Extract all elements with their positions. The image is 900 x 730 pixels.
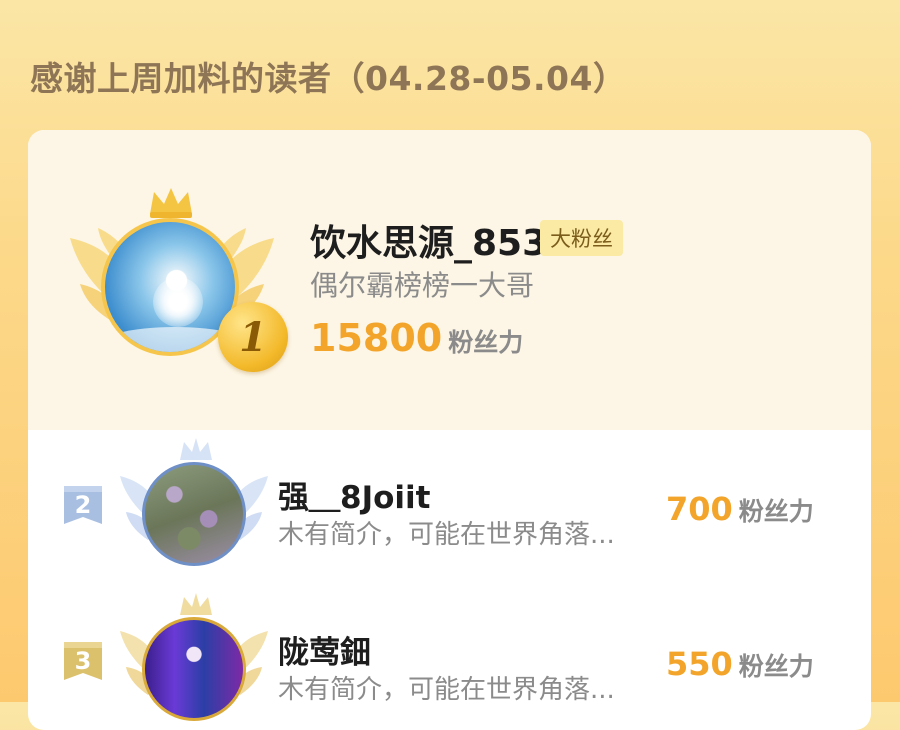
page-title: 感谢上周加料的读者（04.28-05.04）	[30, 59, 627, 98]
avatar-frame[interactable]	[118, 591, 278, 730]
top-fan-name[interactable]: 饮水思源_853	[310, 214, 547, 266]
user-bio: 木有简介，可能在世界角落...	[278, 520, 615, 550]
user-score: 550 粉丝力	[666, 645, 814, 683]
top-fan-section[interactable]: 1 饮水思源_853 大粉丝 偶尔霸榜榜一大哥 15800 粉丝力	[28, 130, 871, 430]
crown-icon	[150, 188, 192, 214]
score-unit: 粉丝力	[448, 328, 524, 357]
dandelion-image	[153, 277, 203, 327]
score-unit: 粉丝力	[738, 652, 814, 681]
user-score: 700 粉丝力	[666, 490, 814, 528]
avatar[interactable]	[142, 617, 246, 721]
user-name[interactable]: 强＿8Joiit	[278, 472, 430, 517]
top-fan-bio: 偶尔霸榜榜一大哥	[310, 269, 535, 302]
score-value: 550	[666, 645, 733, 683]
rank-3-flag-icon: 3	[60, 640, 106, 686]
rank-number: 3	[74, 647, 92, 675]
score-value: 15800	[310, 316, 443, 360]
top-fan-avatar-group[interactable]: 1	[68, 180, 288, 380]
leaderboard-card: 1 饮水思源_853 大粉丝 偶尔霸榜榜一大哥 15800 粉丝力 2 强＿8J…	[28, 130, 871, 730]
rank-1-medal-icon: 1	[218, 302, 288, 372]
rank-number: 2	[74, 491, 92, 519]
list-item[interactable]: 2 强＿8Joiit 木有简介，可能在世界角落... 700 粉丝力	[28, 430, 871, 570]
avatar-frame[interactable]	[118, 436, 278, 576]
rank-2-flag-icon: 2	[60, 484, 106, 530]
avatar[interactable]	[142, 462, 246, 566]
fan-level-badge: 大粉丝	[540, 220, 623, 256]
top-fan-score: 15800 粉丝力	[310, 316, 523, 360]
score-unit: 粉丝力	[738, 497, 814, 526]
user-bio: 木有简介，可能在世界角落...	[278, 675, 615, 705]
user-name[interactable]: 陇莺鈿	[278, 627, 371, 672]
list-item[interactable]: 3 陇莺鈿 木有简介，可能在世界角落... 550 粉丝力	[28, 585, 871, 725]
score-value: 700	[666, 490, 733, 528]
